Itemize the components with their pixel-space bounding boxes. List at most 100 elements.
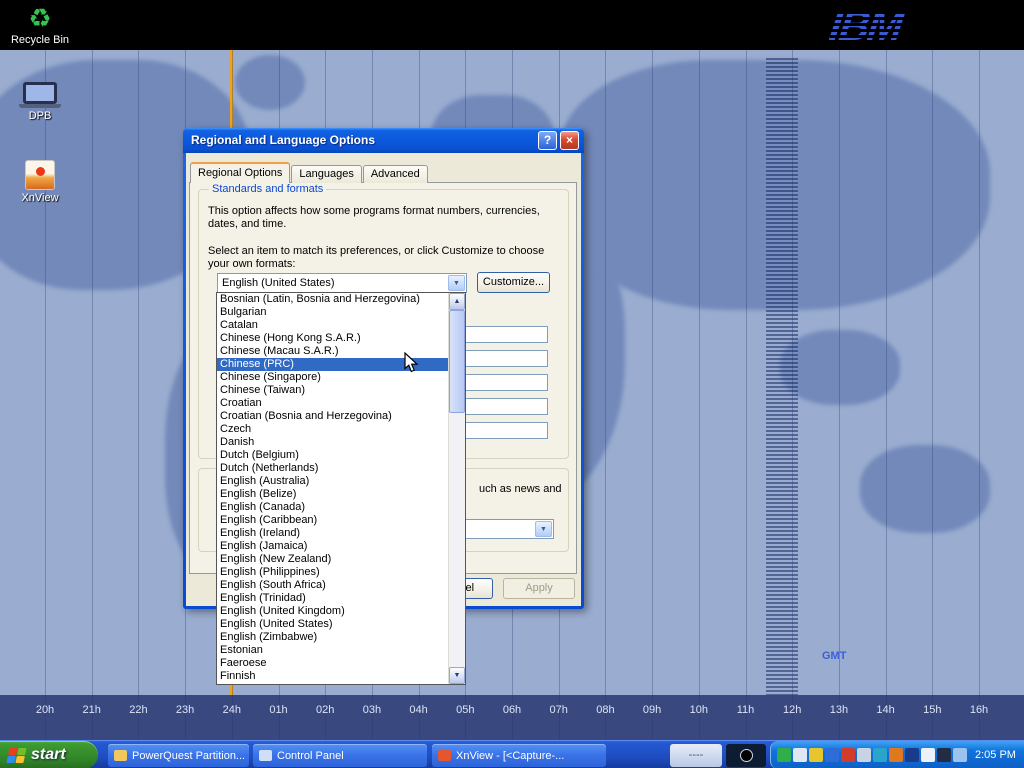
start-button[interactable]: start — [0, 741, 98, 768]
ibm-logo: IBM — [830, 2, 940, 48]
tab-languages[interactable]: Languages — [291, 165, 361, 183]
tray-icon-6[interactable] — [857, 748, 871, 762]
regional-and-language-options-dialog: Regional and Language Options ? × Region… — [183, 128, 584, 609]
taskbar-task-button[interactable]: XnView - [<Capture-... — [432, 744, 606, 767]
dropdown-item[interactable]: English (Jamaica) — [217, 540, 449, 553]
dropdown-item[interactable]: Estonian — [217, 644, 449, 657]
timezone-line — [699, 50, 700, 740]
start-button-label: start — [31, 746, 66, 764]
timezone-line — [605, 50, 606, 740]
dropdown-item[interactable]: English (United States) — [217, 618, 449, 631]
dropdown-item[interactable]: Chinese (Taiwan) — [217, 384, 449, 397]
dropdown-item[interactable]: English (South Africa) — [217, 579, 449, 592]
hour-label: 22h — [129, 704, 147, 716]
tray-icon-3[interactable] — [809, 748, 823, 762]
dropdown-item[interactable]: English (Canada) — [217, 501, 449, 514]
locale-combobox-value: English (United States) — [222, 277, 335, 289]
timezone-line — [45, 50, 46, 740]
group-title: Standards and formats — [209, 183, 326, 195]
tab-advanced[interactable]: Advanced — [363, 165, 428, 183]
tray-icon-4[interactable] — [825, 748, 839, 762]
laptop-icon — [23, 82, 57, 104]
dropdown-item[interactable]: Finnish — [217, 670, 449, 683]
dropdown-scrollbar[interactable]: ▲ ▼ — [448, 293, 465, 684]
dropdown-item[interactable]: English (Ireland) — [217, 527, 449, 540]
dropdown-item[interactable]: English (Caribbean) — [217, 514, 449, 527]
dropdown-item[interactable]: Bulgarian — [217, 306, 449, 319]
help-button[interactable]: ? — [538, 131, 557, 150]
hour-label: 16h — [970, 704, 988, 716]
taskbar-overflow-button[interactable]: ---- — [670, 744, 722, 767]
dropdown-item[interactable]: Chinese (Hong Kong S.A.R.) — [217, 332, 449, 345]
landmass — [860, 445, 990, 533]
chevron-down-icon[interactable]: ▼ — [448, 275, 465, 291]
tray-icon-2[interactable] — [793, 748, 807, 762]
desktop-icon-recycle-bin[interactable]: ♻ Recycle Bin — [8, 4, 72, 46]
hour-label: 07h — [550, 704, 568, 716]
tab-regional-options[interactable]: Regional Options — [190, 162, 290, 183]
taskbar-task-button[interactable]: Control Panel — [253, 744, 427, 767]
xnview-icon — [25, 160, 55, 190]
locale-combobox[interactable]: English (United States) ▼ — [217, 273, 467, 293]
dropdown-item[interactable]: Croatian — [217, 397, 449, 410]
timezone-line — [979, 50, 980, 740]
dropdown-item[interactable]: Danish — [217, 436, 449, 449]
tray-icon-8[interactable] — [889, 748, 903, 762]
tray-icon-1[interactable] — [777, 748, 791, 762]
scrollbar-thumb[interactable] — [449, 310, 465, 413]
dialog-titlebar[interactable]: Regional and Language Options ? × — [183, 128, 584, 153]
apply-button[interactable]: Apply — [503, 578, 575, 599]
taskbar-task-button[interactable]: PowerQuest Partition... — [108, 744, 249, 767]
dropdown-item[interactable]: Croatian (Bosnia and Herzegovina) — [217, 410, 449, 423]
hour-label: 14h — [876, 704, 894, 716]
close-button[interactable]: × — [560, 131, 579, 150]
taskbar-dark-item[interactable] — [726, 744, 766, 767]
hour-label: 21h — [83, 704, 101, 716]
dropdown-item[interactable]: English (United Kingdom) — [217, 605, 449, 618]
dropdown-item[interactable]: Czech — [217, 423, 449, 436]
dropdown-item[interactable]: Bosnian (Latin, Bosnia and Herzegovina) — [217, 293, 449, 306]
customize-button[interactable]: Customize... — [477, 272, 550, 293]
desktop-icon-xnview[interactable]: XnView — [8, 160, 72, 204]
taskbar-clock[interactable]: 2:05 PM — [975, 749, 1016, 761]
task-button-label: PowerQuest Partition... — [132, 750, 245, 762]
timezone-line — [792, 50, 793, 740]
dropdown-item[interactable]: English (New Zealand) — [217, 553, 449, 566]
location-text-fragment: uch as news and — [479, 483, 562, 496]
chevron-down-icon[interactable]: ▼ — [535, 521, 552, 537]
tray-icon-12[interactable] — [953, 748, 967, 762]
dropdown-item[interactable]: Dutch (Netherlands) — [217, 462, 449, 475]
hour-label: 01h — [269, 704, 287, 716]
hour-label: 08h — [596, 704, 614, 716]
hour-label: 04h — [409, 704, 427, 716]
tray-icon-9[interactable] — [905, 748, 919, 762]
desktop-icon-dpb[interactable]: DPB — [8, 82, 72, 122]
desktop-icon-label: DPB — [8, 110, 72, 122]
laptop-icon-base — [19, 104, 61, 108]
dropdown-item[interactable]: Dutch (Belgium) — [217, 449, 449, 462]
top-black-bar: IBM — [0, 0, 1024, 50]
landmass — [780, 330, 900, 405]
tray-icon-10[interactable] — [921, 748, 935, 762]
dropdown-item[interactable]: English (Trinidad) — [217, 592, 449, 605]
tray-icon-7[interactable] — [873, 748, 887, 762]
timezone-line — [92, 50, 93, 740]
dropdown-item[interactable]: English (Zimbabwe) — [217, 631, 449, 644]
recycle-bin-icon: ♻ — [8, 4, 72, 32]
gmt-label: GMT — [822, 650, 846, 662]
tray-icon-5[interactable] — [841, 748, 855, 762]
windows-logo-icon — [6, 748, 26, 763]
mouse-cursor — [404, 352, 420, 379]
dropdown-item[interactable]: Catalan — [217, 319, 449, 332]
desktop-icon-label: XnView — [8, 192, 72, 204]
dropdown-item[interactable]: English (Australia) — [217, 475, 449, 488]
tray-icon-11[interactable] — [937, 748, 951, 762]
scroll-up-icon[interactable]: ▲ — [449, 293, 465, 310]
dropdown-item[interactable]: English (Philippines) — [217, 566, 449, 579]
dropdown-item[interactable]: Faeroese — [217, 657, 449, 670]
desktop-icon-label: Recycle Bin — [8, 34, 72, 46]
hour-label: 15h — [923, 704, 941, 716]
dropdown-item[interactable]: English (Belize) — [217, 488, 449, 501]
scroll-down-icon[interactable]: ▼ — [449, 667, 465, 684]
hour-label: 23h — [176, 704, 194, 716]
